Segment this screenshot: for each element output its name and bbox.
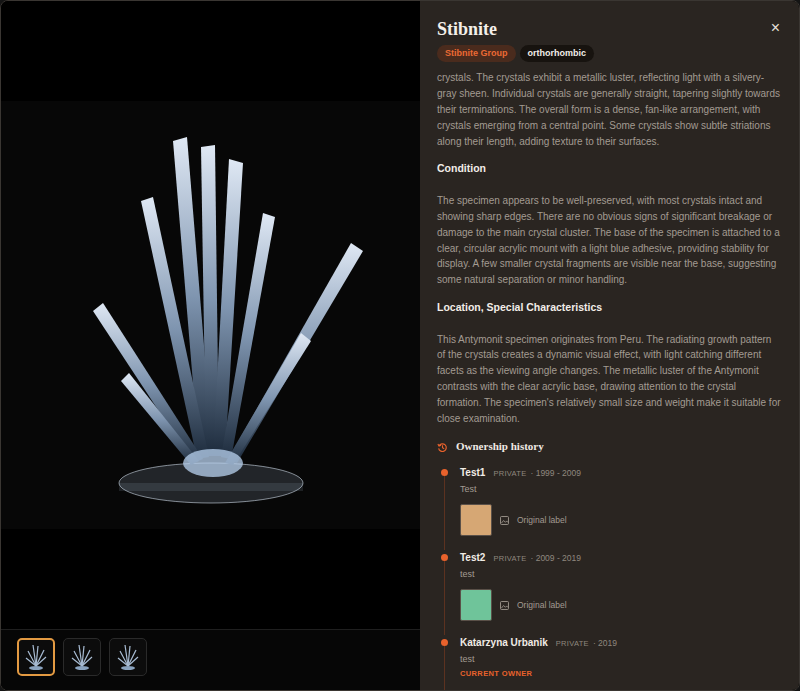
specimen-title: Stibnite [437, 18, 497, 41]
history-icon [437, 438, 448, 455]
owner-note: Test [460, 482, 782, 496]
gallery-pane [1, 1, 420, 690]
timeline-rail [437, 635, 451, 690]
owner-name: Test2 [460, 550, 485, 565]
specimen-modal: Stibnite × Stibnite Grouporthorhombic cr… [0, 0, 800, 691]
tag: Stibnite Group [437, 45, 516, 62]
thumbnail[interactable] [63, 638, 101, 676]
tag-list: Stibnite Grouporthorhombic [437, 45, 782, 62]
thumbnail-strip [1, 629, 420, 690]
details-body: crystals. The crystals exhibit a metalli… [420, 66, 799, 690]
owner-header: Test1 PRIVATE · 1999 - 2009 [460, 465, 782, 480]
timeline-line [444, 476, 445, 550]
section-text: This Antymonit specimen originates from … [437, 332, 782, 427]
owner-header: Test2 PRIVATE · 2009 - 2019 [460, 550, 782, 565]
tag: orthorhombic [520, 45, 595, 62]
image-icon [500, 508, 509, 532]
description-text: crystals. The crystals exhibit a metalli… [437, 70, 782, 149]
original-label[interactable]: Original label [460, 589, 782, 621]
owner-name: Test1 [460, 465, 485, 480]
owner-name: Katarzyna Urbanik [460, 635, 548, 650]
close-button[interactable]: × [769, 18, 782, 38]
label-thumbnail[interactable] [460, 504, 492, 536]
details-pane: Stibnite × Stibnite Grouporthorhombic cr… [420, 1, 799, 690]
details-header: Stibnite × Stibnite Grouporthorhombic [420, 1, 799, 66]
timeline-dot [441, 469, 448, 476]
owner-note: test [460, 652, 782, 666]
timeline-rail [437, 465, 451, 550]
section-heading: Location, Special Characteristics [437, 300, 782, 316]
ownership-title: Ownership history [456, 438, 544, 455]
specimen-photo [1, 101, 420, 529]
visibility-tag: PRIVATE [493, 468, 526, 479]
current-owner-tag: CURRENT OWNER [460, 668, 782, 679]
owner-note: test [460, 567, 782, 581]
timeline-line [444, 561, 445, 635]
timeline-dot [441, 554, 448, 561]
owner-entry: Test1 PRIVATE · 1999 - 2009 Test Original la… [437, 465, 782, 550]
visibility-tag: PRIVATE [493, 553, 526, 564]
owner-header: Katarzyna Urbanik PRIVATE · 2019 [460, 635, 782, 650]
timeline-rail [437, 550, 451, 635]
owner-entry: Katarzyna Urbanik PRIVATE · 2019 test CURREN… [437, 635, 782, 690]
thumbnail[interactable] [17, 638, 55, 676]
ownership-header: Ownership history [437, 438, 782, 455]
owner-entry: Test2 PRIVATE · 2009 - 2019 test Original la… [437, 550, 782, 635]
thumbnail[interactable] [109, 638, 147, 676]
section-text: The specimen appears to be well-preserve… [437, 193, 782, 288]
section-heading: Condition [437, 161, 782, 177]
timeline-dot [441, 639, 448, 646]
crystal-icon [115, 642, 141, 672]
label-caption: Original label [517, 599, 567, 612]
owner-period: · 1999 - 2009 [530, 467, 581, 480]
timeline-line [444, 646, 445, 690]
owner-period: · 2009 - 2019 [530, 552, 581, 565]
image-icon [500, 593, 509, 617]
label-thumbnail[interactable] [460, 589, 492, 621]
label-caption: Original label [517, 514, 567, 527]
visibility-tag: PRIVATE [556, 638, 589, 649]
original-label[interactable]: Original label [460, 504, 782, 536]
owner-period: · 2019 [593, 637, 617, 650]
crystal-icon [23, 642, 49, 672]
crystal-icon [69, 642, 95, 672]
